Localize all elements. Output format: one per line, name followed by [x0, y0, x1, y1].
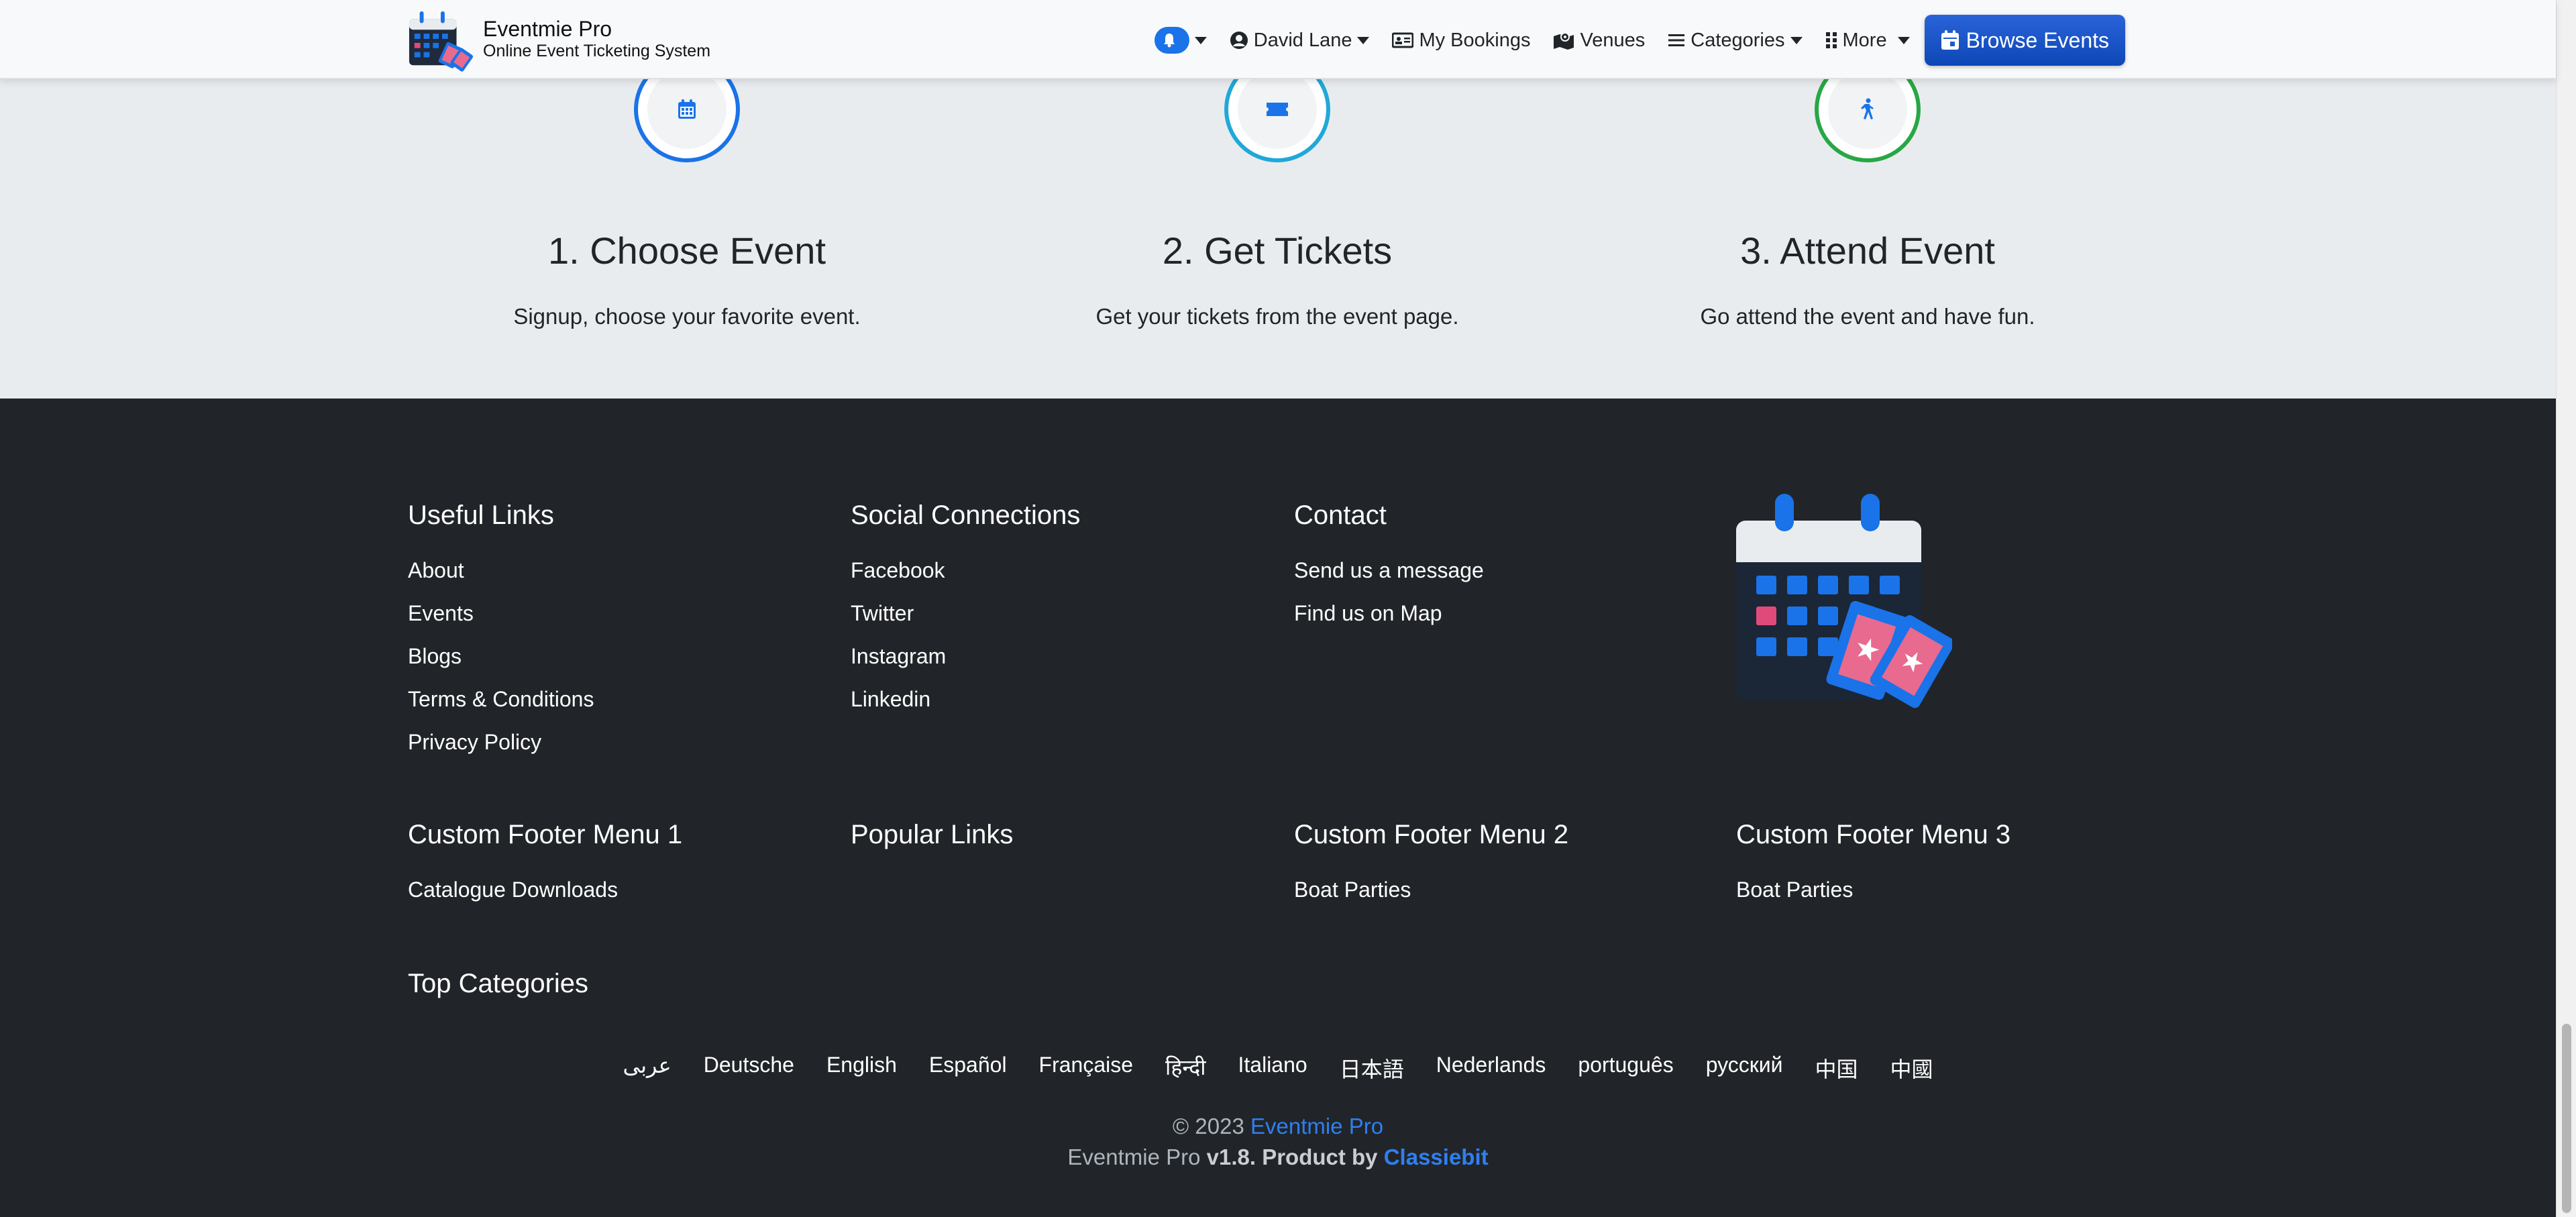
footer-contact: Contact Send us a message Find us on Map — [1294, 499, 1697, 643]
footer-heading: Custom Footer Menu 2 — [1294, 820, 1569, 849]
language-option[interactable]: عربى — [623, 1053, 671, 1083]
id-card-icon — [1392, 32, 1414, 48]
nav-label: Categories — [1690, 29, 1785, 51]
ticket-icon — [1267, 103, 1288, 116]
step-description: Signup, choose your favorite event. — [513, 304, 861, 329]
language-option[interactable]: Español — [929, 1053, 1007, 1083]
notifications-dropdown[interactable] — [1154, 27, 1207, 54]
nav-venues[interactable]: Venues — [1553, 30, 1645, 52]
footer-heading: Top Categories — [408, 969, 589, 998]
map-location-icon — [1554, 32, 1574, 50]
footer-heading: Custom Footer Menu 1 — [408, 820, 683, 849]
footer-top-categories: Top Categories — [408, 967, 810, 1000]
language-option[interactable]: português — [1578, 1053, 1673, 1083]
product-name: Eventmie Pro — [1067, 1145, 1201, 1169]
footer-link-twitter[interactable]: Twitter — [851, 600, 1253, 627]
footer-social-connections: Social Connections Facebook Twitter Inst… — [851, 499, 1253, 729]
nav-my-bookings[interactable]: My Bookings — [1392, 30, 1530, 52]
nav-label: More — [1842, 29, 1887, 51]
nav-label: Venues — [1580, 29, 1646, 51]
browse-events-label: Browse Events — [1966, 28, 2109, 52]
footer-link-blogs[interactable]: Blogs — [408, 643, 810, 670]
nav-label: My Bookings — [1419, 29, 1531, 51]
more-dropdown[interactable]: More — [1825, 30, 1910, 52]
copyright-brand-link[interactable]: Eventmie Pro — [1250, 1114, 1383, 1139]
eventmie-logo-icon — [409, 11, 474, 72]
footer-heading: Social Connections — [851, 500, 1081, 530]
language-option[interactable]: 中國 — [1890, 1053, 1933, 1083]
bell-icon — [1163, 34, 1175, 48]
language-option[interactable]: 中国 — [1815, 1053, 1858, 1083]
walking-person-icon — [1861, 98, 1874, 119]
company-link[interactable]: Classiebit — [1384, 1145, 1489, 1169]
footer-link-events[interactable]: Events — [408, 600, 810, 627]
language-option[interactable]: Deutsche — [704, 1053, 794, 1083]
footer-link-terms[interactable]: Terms & Conditions — [408, 686, 810, 712]
categories-dropdown[interactable]: Categories — [1668, 29, 1803, 52]
user-circle-icon — [1230, 32, 1248, 49]
grid-dots-icon — [1825, 32, 1837, 48]
list-icon — [1668, 34, 1685, 46]
step-title: 2. Get Tickets — [1162, 229, 1393, 272]
footer-link-facebook[interactable]: Facebook — [851, 557, 1253, 584]
footer-useful-links: Useful Links About Events Blogs Terms & … — [408, 499, 810, 772]
footer-link-about[interactable]: About — [408, 557, 810, 584]
footer-link-instagram[interactable]: Instagram — [851, 643, 1253, 670]
brand-link[interactable]: Eventmie Pro Online Event Ticketing Syst… — [408, 5, 710, 72]
page-scrollbar[interactable] — [2556, 0, 2576, 1217]
brand-name: Eventmie Pro — [483, 17, 612, 41]
step-description: Go attend the event and have fun. — [1700, 304, 2035, 329]
brand-tagline: Online Event Ticketing System — [483, 42, 711, 60]
user-name: David Lane — [1253, 29, 1352, 51]
step-title: 3. Attend Event — [1740, 229, 1995, 272]
footer-heading: Useful Links — [408, 500, 554, 530]
footer-heading: Popular Links — [851, 820, 1014, 849]
footer-popular-links: Popular Links — [851, 818, 1253, 851]
calendar-icon — [1941, 30, 1959, 50]
footer-link-find-on-map[interactable]: Find us on Map — [1294, 600, 1697, 627]
copyright-year: © 2023 — [1172, 1114, 1244, 1139]
eventmie-logo-icon: ★ ★ — [1736, 494, 1952, 708]
version-text: v1.8. Product by — [1206, 1145, 1378, 1169]
footer-link-privacy[interactable]: Privacy Policy — [408, 729, 810, 755]
browse-events-button[interactable]: Browse Events — [1924, 15, 2125, 66]
language-option[interactable]: हिन्दी — [1165, 1053, 1205, 1083]
footer-link-boat-parties[interactable]: Boat Parties — [1736, 876, 2139, 903]
footer-link-send-message[interactable]: Send us a message — [1294, 557, 1697, 584]
language-option[interactable]: 日本語 — [1340, 1053, 1404, 1083]
scrollbar-thumb[interactable] — [2562, 1024, 2571, 1213]
footer-link-catalogue-downloads[interactable]: Catalogue Downloads — [408, 876, 810, 903]
footer-custom-menu-3: Custom Footer Menu 3 Boat Parties — [1736, 818, 2139, 919]
site-footer: Useful Links About Events Blogs Terms & … — [0, 399, 2556, 1217]
language-option[interactable]: English — [826, 1053, 897, 1083]
footer-link-boat-parties[interactable]: Boat Parties — [1294, 876, 1697, 903]
footer-link-linkedin[interactable]: Linkedin — [851, 686, 1253, 712]
footer-custom-menu-1: Custom Footer Menu 1 Catalogue Downloads — [408, 818, 810, 919]
step-title: 1. Choose Event — [547, 229, 826, 272]
language-switcher: عربى Deutsche English Español Française … — [0, 1053, 2556, 1083]
language-option[interactable]: Italiano — [1238, 1053, 1307, 1083]
top-navbar: Eventmie Pro Online Event Ticketing Syst… — [0, 0, 2556, 79]
chevron-down-icon — [1897, 36, 1910, 44]
copyright: © 2023 Eventmie Pro Eventmie Pro v1.8. P… — [0, 1111, 2556, 1173]
chevron-down-icon — [1194, 36, 1207, 44]
calendar-icon — [678, 99, 696, 119]
footer-custom-menu-2: Custom Footer Menu 2 Boat Parties — [1294, 818, 1697, 919]
language-option[interactable]: русский — [1706, 1053, 1783, 1083]
step-description: Get your tickets from the event page. — [1095, 304, 1459, 329]
chevron-down-icon — [1790, 36, 1803, 44]
footer-heading: Custom Footer Menu 3 — [1736, 820, 2011, 849]
main-nav: David Lane My Bookings Venues Categories… — [1132, 15, 2125, 66]
footer-heading: Contact — [1294, 500, 1387, 530]
user-menu-dropdown[interactable]: David Lane — [1230, 30, 1370, 52]
chevron-down-icon — [1357, 36, 1370, 44]
language-option[interactable]: Française — [1039, 1053, 1134, 1083]
language-option[interactable]: Nederlands — [1436, 1053, 1546, 1083]
